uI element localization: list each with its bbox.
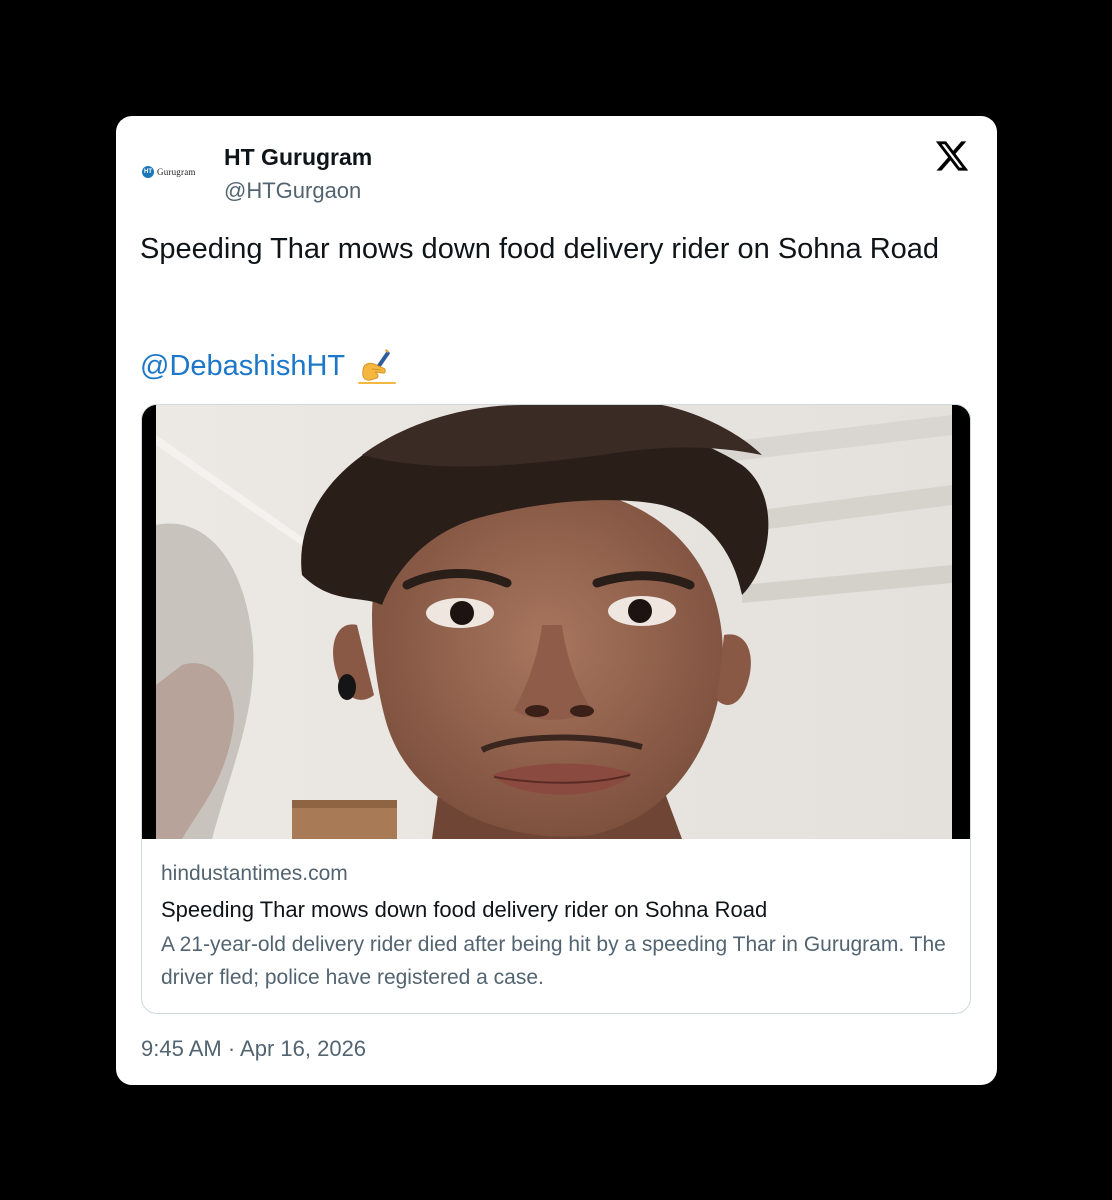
avatar-label: Gurugram [157,167,196,177]
link-title[interactable]: Speeding Thar mows down food delivery ri… [161,894,951,926]
avatar[interactable]: HT Gurugram [142,153,216,191]
author-display-name[interactable]: HT Gurugram [224,142,372,172]
mention-line: @DebashishHT [140,346,397,386]
link-preview-card[interactable]: hindustantimes.com Speeding Thar mows do… [141,404,971,1014]
tweet-timestamp[interactable]: 9:45 AM · Apr 16, 2026 [141,1034,366,1064]
tweet-card[interactable]: HT Gurugram HT Gurugram @HTGurgaon Speed… [116,116,997,1085]
tweet-text: Speeding Thar mows down food delivery ri… [140,233,940,265]
ht-logo-icon: HT [142,166,154,178]
mention-link[interactable]: @DebashishHT [140,346,345,386]
author-handle[interactable]: @HTGurgaon [224,176,361,206]
x-logo-icon[interactable] [934,138,970,174]
link-meta: hindustantimes.com Speeding Thar mows do… [161,859,951,994]
writing-hand-icon [357,347,397,385]
news-photo-icon[interactable] [142,405,970,839]
link-domain: hindustantimes.com [161,862,348,885]
link-description: A 21-year-old delivery rider died after … [161,933,946,989]
